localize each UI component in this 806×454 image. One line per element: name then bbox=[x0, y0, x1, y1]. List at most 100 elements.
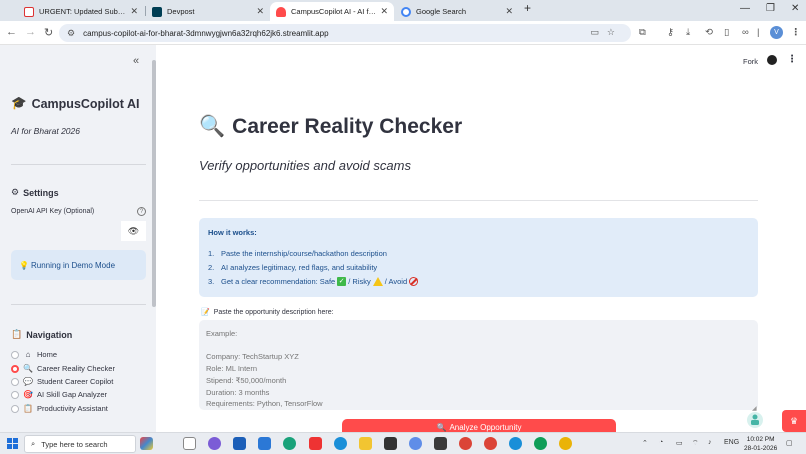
streamlit-icon bbox=[276, 6, 286, 17]
site-info-icon[interactable]: ⚙ bbox=[67, 28, 75, 39]
download-icon[interactable]: ⤓ bbox=[686, 27, 690, 38]
radio-button[interactable] bbox=[11, 390, 19, 399]
streamlit-crown-icon[interactable]: ♛ bbox=[782, 410, 806, 432]
running-status-icon bbox=[747, 412, 763, 428]
network-icon[interactable]: ◔ bbox=[659, 439, 663, 446]
close-icon[interactable]: ✕ bbox=[505, 6, 513, 17]
restore-icon[interactable]: ❐ bbox=[766, 3, 775, 14]
app-icon[interactable] bbox=[559, 437, 572, 450]
magnifier-icon: 🔍 bbox=[23, 364, 33, 373]
task-view-icon[interactable] bbox=[183, 437, 196, 450]
clipboard-icon: 📋 bbox=[23, 404, 33, 413]
edge-icon[interactable] bbox=[509, 437, 522, 450]
edge-icon[interactable] bbox=[334, 437, 347, 450]
profile-avatar[interactable]: V bbox=[770, 26, 783, 39]
language-indicator[interactable]: ENG bbox=[724, 439, 739, 446]
install-app-icon[interactable]: ▭ bbox=[590, 27, 607, 37]
gmail-icon bbox=[24, 6, 34, 17]
fork-button[interactable]: Fork bbox=[743, 57, 758, 66]
analyze-button-label: Analyze Opportunity bbox=[449, 422, 522, 432]
nav-item-productivity-assistant[interactable]: 📋 Productivity Assistant bbox=[11, 404, 108, 413]
wifi-icon[interactable]: ⌔ bbox=[692, 439, 699, 448]
app-menu-icon[interactable]: ⋮ bbox=[787, 54, 797, 65]
search-icon: ⌕ bbox=[31, 439, 36, 448]
close-icon[interactable]: ✕ bbox=[256, 6, 264, 17]
nav-item-ai-skill-gap-analyzer[interactable]: 🎯 AI Skill Gap Analyzer bbox=[11, 390, 107, 399]
browser-tab[interactable]: Google Search ✕ bbox=[395, 2, 519, 21]
reload-icon[interactable]: ↻ bbox=[44, 26, 58, 40]
step-text-avoid: / Avoid bbox=[384, 277, 408, 286]
clipboard-icon: 📋 bbox=[11, 329, 23, 339]
page-title-text: Career Reality Checker bbox=[232, 115, 463, 138]
settings-heading-text: Settings bbox=[23, 187, 59, 198]
step-number: 3. bbox=[208, 277, 215, 286]
chrome-icon[interactable] bbox=[534, 437, 547, 450]
key-icon[interactable]: ⚷ bbox=[667, 27, 674, 38]
browser-tab-strip: URGENT: Updated Submission ✕ Devpost ✕ C… bbox=[0, 0, 806, 21]
link-icon[interactable]: ∞ bbox=[742, 27, 749, 38]
close-icon[interactable]: ✕ bbox=[380, 6, 388, 17]
windows-start-icon[interactable] bbox=[7, 438, 18, 449]
gear-icon: ⚙ bbox=[11, 187, 20, 197]
graduation-cap-icon: 🎓 bbox=[11, 96, 27, 110]
gemini-icon[interactable] bbox=[409, 437, 422, 450]
sidepanel-icon[interactable]: ▯ bbox=[724, 27, 729, 38]
google-icon bbox=[401, 6, 411, 17]
chrome-icon[interactable] bbox=[459, 437, 472, 450]
address-bar[interactable]: ⚙ campus-copilot-ai-for-bharat-3dmnwygjw… bbox=[59, 24, 631, 42]
radio-button[interactable] bbox=[11, 350, 19, 359]
folder-icon[interactable] bbox=[359, 437, 372, 450]
mail-icon[interactable] bbox=[258, 437, 271, 450]
close-icon[interactable]: ✕ bbox=[130, 6, 138, 17]
back-arrow-icon[interactable]: ← bbox=[6, 26, 20, 40]
browser-tab-active[interactable]: CampusCopilot AI - AI for Bharat ✕ bbox=[270, 2, 394, 21]
radio-button[interactable] bbox=[11, 404, 19, 413]
opportunity-description-textarea[interactable] bbox=[199, 320, 758, 410]
chrome-icon[interactable] bbox=[484, 437, 497, 450]
nav-item-career-reality-checker[interactable]: 🔍 Career Reality Checker bbox=[11, 364, 115, 373]
forward-arrow-icon[interactable]: → bbox=[25, 26, 39, 40]
browser-menu-icon[interactable]: ⋮ bbox=[791, 27, 801, 38]
step-item: 1. Paste the internship/course/hackathon… bbox=[208, 249, 387, 258]
sidebar-collapse-button[interactable]: « bbox=[133, 55, 139, 67]
history-icon[interactable]: ⟲ bbox=[705, 27, 713, 38]
edge-dev-icon[interactable] bbox=[283, 437, 296, 450]
help-icon[interactable]: ? bbox=[137, 207, 146, 216]
window-close-icon[interactable]: ✕ bbox=[791, 3, 799, 14]
radio-button-selected[interactable] bbox=[11, 364, 19, 373]
browser-tab[interactable]: URGENT: Updated Submission ✕ bbox=[18, 2, 144, 21]
demo-mode-notice: 💡 Running in Demo Mode bbox=[11, 250, 146, 280]
api-key-input[interactable] bbox=[11, 221, 121, 241]
youtube-icon[interactable] bbox=[309, 437, 322, 450]
volume-icon[interactable]: ♪ bbox=[708, 439, 712, 446]
taskbar-clock[interactable]: 10:02 PM 28-01-2026 bbox=[744, 435, 777, 453]
page-title: 🔍 Career Reality Checker bbox=[199, 115, 462, 139]
browser-tab[interactable]: Devpost ✕ bbox=[146, 2, 270, 21]
content-divider bbox=[199, 200, 758, 201]
new-tab-button[interactable]: + bbox=[524, 1, 531, 15]
battery-icon[interactable]: ▭ bbox=[676, 439, 683, 447]
chat-icon: 💬 bbox=[23, 377, 33, 386]
chevron-up-icon[interactable]: ⌃ bbox=[642, 439, 648, 447]
github-icon[interactable] bbox=[767, 55, 777, 65]
nav-item-home[interactable]: ⌂ Home bbox=[11, 350, 57, 359]
file-explorer-icon[interactable] bbox=[233, 437, 246, 450]
radio-button[interactable] bbox=[11, 377, 19, 386]
copilot-icon[interactable] bbox=[208, 437, 221, 450]
minimize-icon[interactable]: — bbox=[740, 3, 750, 14]
nav-item-student-career-copilot[interactable]: 💬 Student Career Copilot bbox=[11, 377, 113, 386]
extensions-icon[interactable]: ⧉ bbox=[639, 27, 646, 38]
tab-title: Devpost bbox=[167, 7, 195, 16]
notification-icon[interactable]: ▢ bbox=[786, 439, 793, 447]
nav-item-label: Student Career Copilot bbox=[37, 377, 114, 386]
crayons-app-icon[interactable] bbox=[140, 437, 153, 450]
tab-title: CampusCopilot AI - AI for Bharat bbox=[291, 7, 376, 16]
step-item: 3. Get a clear recommendation: Safe ✓ / … bbox=[208, 277, 419, 286]
bookmark-star-icon[interactable]: ☆ bbox=[607, 27, 623, 37]
taskbar-search-box[interactable]: ⌕ Type here to search bbox=[24, 435, 136, 453]
main-content: Fork ⋮ 🔍 Career Reality Checker Verify o… bbox=[156, 45, 806, 435]
show-password-eye-icon[interactable]: 👁 bbox=[121, 221, 146, 241]
nav-item-label: Productivity Assistant bbox=[37, 404, 108, 413]
app-icon[interactable] bbox=[434, 437, 447, 450]
terminal-icon[interactable] bbox=[384, 437, 397, 450]
